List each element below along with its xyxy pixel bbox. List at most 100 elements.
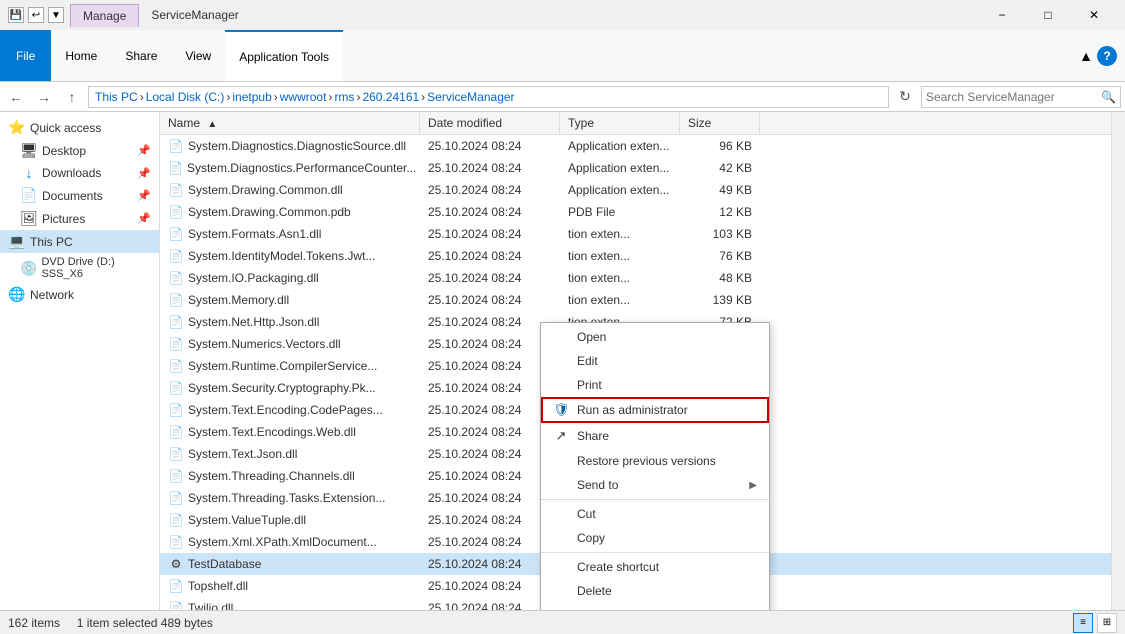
sidebar-item-network[interactable]: 🌐 Network	[0, 283, 159, 306]
context-menu-item[interactable]: Print	[541, 373, 769, 397]
context-menu-item[interactable]: Restore previous versions	[541, 449, 769, 473]
path-thispc[interactable]: This PC	[95, 90, 138, 104]
file-name: 📄 System.Drawing.Common.pdb	[160, 205, 420, 219]
search-box[interactable]: 🔍	[921, 86, 1121, 108]
ctx-item-label: Restore previous versions	[577, 454, 716, 468]
file-date: 25.10.2024 08:24	[420, 249, 560, 263]
table-row[interactable]: 📄 System.Diagnostics.DiagnosticSource.dl…	[160, 135, 1111, 157]
table-row[interactable]: 📄 System.IdentityModel.Tokens.Jwt... 25.…	[160, 245, 1111, 267]
tab-application-tools[interactable]: Application Tools	[225, 30, 343, 81]
large-icon-view-button[interactable]: ⊞	[1097, 613, 1117, 633]
file-icon: 📄	[168, 227, 184, 241]
file-name: 📄 Twilio.dll	[160, 601, 420, 611]
sidebar-item-documents[interactable]: 📄 Documents 📌	[0, 184, 159, 207]
path-servicemanager[interactable]: ServiceManager	[427, 90, 514, 104]
file-icon: 📄	[168, 293, 184, 307]
sidebar-label-dvd-drive: DVD Drive (D:) SSS_X6	[41, 256, 151, 280]
tab-share[interactable]: Share	[111, 30, 171, 81]
help-button[interactable]: ?	[1097, 46, 1117, 66]
forward-button[interactable]: →	[32, 85, 56, 109]
title-bar-left: 💾 ↩ ▼ Manage ServiceManager	[8, 4, 239, 27]
ctx-item-icon: 🛡	[553, 402, 569, 418]
sidebar-item-downloads[interactable]: ↓ Downloads 📌	[0, 162, 159, 184]
details-view-button[interactable]: ≡	[1073, 613, 1093, 633]
file-date: 25.10.2024 08:24	[420, 447, 560, 461]
sidebar-label-quick-access: Quick access	[30, 121, 101, 135]
sidebar-item-pictures[interactable]: 🖼 Pictures 📌	[0, 207, 159, 230]
manage-tab[interactable]: Manage	[70, 4, 139, 27]
table-row[interactable]: 📄 System.Formats.Asn1.dll 25.10.2024 08:…	[160, 223, 1111, 245]
sidebar-item-this-pc[interactable]: 💻 This PC	[0, 230, 159, 253]
this-pc-icon: 💻	[8, 233, 26, 250]
path-inetpub[interactable]: inetpub	[232, 90, 271, 104]
context-menu-item[interactable]: Open	[541, 325, 769, 349]
sidebar-item-desktop[interactable]: 🖥 Desktop 📌	[0, 139, 159, 162]
minimize-button[interactable]: −	[979, 0, 1025, 30]
tab-home[interactable]: Home	[51, 30, 111, 81]
file-date: 25.10.2024 08:24	[420, 381, 560, 395]
file-name: 📄 System.Threading.Tasks.Extension...	[160, 491, 420, 505]
close-button[interactable]: ✕	[1071, 0, 1117, 30]
context-menu-item[interactable]: Send to▶	[541, 473, 769, 497]
ctx-item-icon: ↗	[553, 428, 569, 444]
table-row[interactable]: 📄 System.IO.Packaging.dll 25.10.2024 08:…	[160, 267, 1111, 289]
search-input[interactable]	[922, 90, 1097, 104]
path-localdisk[interactable]: Local Disk (C:)	[146, 90, 225, 104]
file-type: Application exten...	[560, 139, 680, 153]
context-menu-item[interactable]: Cut	[541, 502, 769, 526]
sidebar-item-quick-access[interactable]: ⭐ Quick access	[0, 116, 159, 139]
file-name: 📄 System.IdentityModel.Tokens.Jwt...	[160, 249, 420, 263]
file-name: 📄 System.Numerics.Vectors.dll	[160, 337, 420, 351]
right-scrollbar[interactable]	[1111, 112, 1125, 610]
quick-access-icon: ⭐	[8, 119, 26, 136]
sidebar-label-pictures: Pictures	[42, 212, 85, 226]
file-date: 25.10.2024 08:24	[420, 535, 560, 549]
file-date: 25.10.2024 08:24	[420, 139, 560, 153]
context-menu-item[interactable]: 🛡Run as administrator	[541, 397, 769, 423]
table-row[interactable]: 📄 System.Memory.dll 25.10.2024 08:24 tio…	[160, 289, 1111, 311]
context-menu-item[interactable]: Rename	[541, 603, 769, 610]
col-header-name[interactable]: Name ▲	[160, 112, 420, 134]
table-row[interactable]: 📄 System.Diagnostics.PerformanceCounter.…	[160, 157, 1111, 179]
context-menu-item[interactable]: Copy	[541, 526, 769, 550]
context-menu: Open EditPrint🛡Run as administrator↗Share…	[540, 322, 770, 610]
address-path[interactable]: This PC › Local Disk (C:) › inetpub › ww…	[88, 86, 889, 108]
tab-view[interactable]: View	[171, 30, 225, 81]
refresh-button[interactable]: ↻	[893, 85, 917, 109]
file-date: 25.10.2024 08:24	[420, 293, 560, 307]
file-icon: 📄	[168, 139, 184, 153]
path-version[interactable]: 260.24161	[362, 90, 419, 104]
context-menu-item[interactable]: ↗Share	[541, 423, 769, 449]
file-name: 📄 System.Formats.Asn1.dll	[160, 227, 420, 241]
file-date: 25.10.2024 08:24	[420, 491, 560, 505]
col-header-date[interactable]: Date modified	[420, 112, 560, 134]
file-date: 25.10.2024 08:24	[420, 579, 560, 593]
sidebar-item-dvd-drive[interactable]: 💿 DVD Drive (D:) SSS_X6	[0, 253, 159, 283]
table-row[interactable]: 📄 System.Drawing.Common.pdb 25.10.2024 0…	[160, 201, 1111, 223]
up-button[interactable]: ↑	[60, 85, 84, 109]
path-rms[interactable]: rms	[334, 90, 354, 104]
ctx-item-label: Cut	[577, 507, 596, 521]
context-menu-item[interactable]: Edit	[541, 349, 769, 373]
context-menu-item[interactable]: Create shortcut	[541, 555, 769, 579]
file-date: 25.10.2024 08:24	[420, 315, 560, 329]
path-wwwroot[interactable]: wwwroot	[280, 90, 327, 104]
sidebar: ⭐ Quick access 🖥 Desktop 📌 ↓ Downloads 📌…	[0, 112, 160, 610]
file-date: 25.10.2024 08:24	[420, 403, 560, 417]
save-icon: 💾	[8, 7, 24, 23]
file-icon: 📄	[168, 601, 184, 611]
ctx-item-label: Open	[577, 330, 606, 344]
ribbon-collapse-button[interactable]: ▲	[1079, 48, 1093, 64]
file-icon: 📄	[168, 183, 184, 197]
file-type: tion exten...	[560, 271, 680, 285]
window-title: ServiceManager	[151, 8, 238, 22]
back-button[interactable]: ←	[4, 85, 28, 109]
col-header-size[interactable]: Size	[680, 112, 760, 134]
context-menu-item[interactable]: Delete	[541, 579, 769, 603]
file-size: 76 KB	[680, 249, 760, 263]
col-header-type[interactable]: Type	[560, 112, 680, 134]
maximize-button[interactable]: □	[1025, 0, 1071, 30]
file-name: 📄 System.Security.Cryptography.Pk...	[160, 381, 420, 395]
table-row[interactable]: 📄 System.Drawing.Common.dll 25.10.2024 0…	[160, 179, 1111, 201]
tab-file[interactable]: File	[0, 30, 51, 81]
